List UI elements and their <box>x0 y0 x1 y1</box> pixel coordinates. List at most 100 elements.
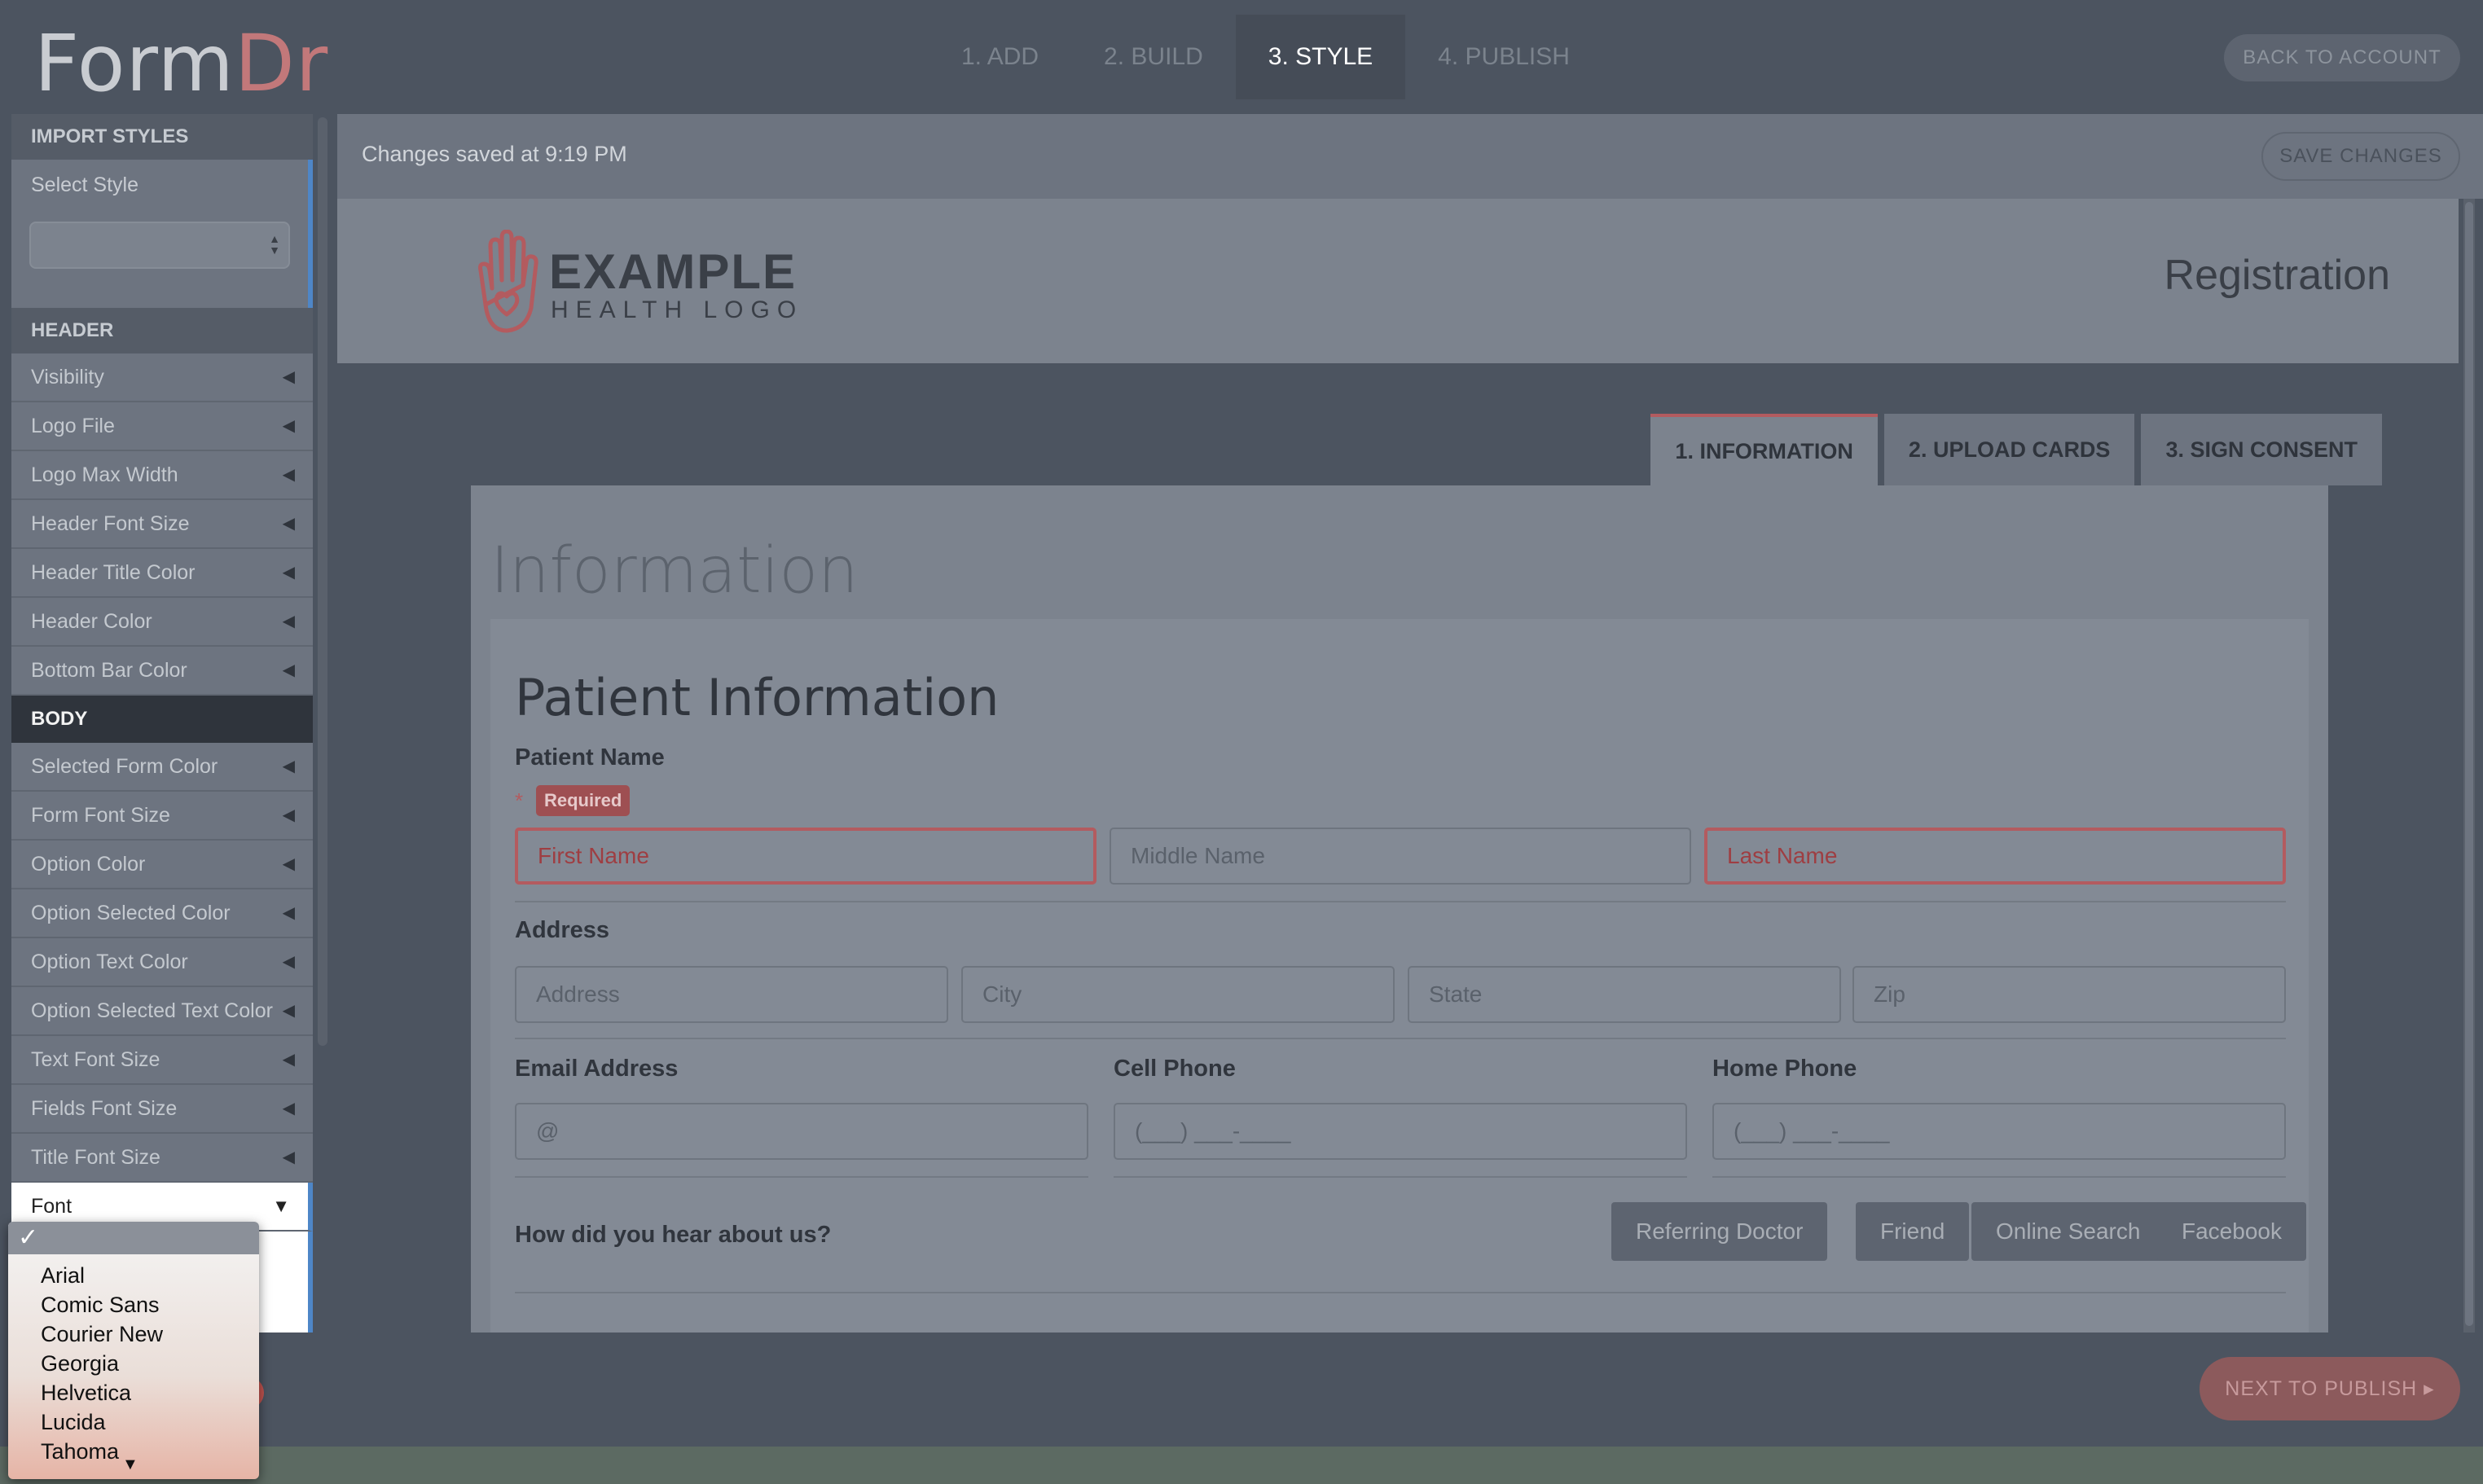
sidebar-item-option-text-color[interactable]: Option Text Color ◀ <box>11 938 313 987</box>
home-phone-field[interactable]: (___) ___-____ <box>1712 1103 2286 1160</box>
save-status: Changes saved at 9:19 PM <box>362 142 627 166</box>
font-option-georgia[interactable]: Georgia <box>8 1349 259 1378</box>
scrollbar-thumb[interactable] <box>2465 202 2473 1326</box>
sidebar-item-logo-max-width[interactable]: Logo Max Width ◀ <box>11 451 313 500</box>
font-option-helvetica[interactable]: Helvetica <box>8 1378 259 1407</box>
city-field[interactable]: City <box>961 966 1395 1023</box>
step-build[interactable]: 2. BUILD <box>1071 15 1236 99</box>
top-bar: FormDr 1. ADD 2. BUILD 3. STYLE 4. PUBLI… <box>0 0 2483 114</box>
option-online-search[interactable]: Online Search <box>1971 1202 2165 1261</box>
form-page-tabs: 1. INFORMATION 2. UPLOAD CARDS 3. SIGN C… <box>1650 414 2382 485</box>
sidebar-item-header-color[interactable]: Header Color ◀ <box>11 598 313 647</box>
font-option-lucida[interactable]: Lucida <box>8 1407 259 1437</box>
state-field[interactable]: State <box>1408 966 1841 1023</box>
caret-left-icon: ◀ <box>282 1051 295 1069</box>
caret-left-icon: ◀ <box>282 661 295 679</box>
step-publish[interactable]: 4. PUBLISH <box>1405 15 1602 99</box>
caret-left-icon: ◀ <box>282 757 295 775</box>
caret-left-icon: ◀ <box>282 515 295 533</box>
formdr-logo[interactable]: FormDr <box>34 18 328 109</box>
import-styles-heading: IMPORT STYLES <box>11 114 313 160</box>
patient-name-label: Patient Name <box>515 744 665 771</box>
step-add[interactable]: 1. ADD <box>929 15 1071 99</box>
hand-heart-icon <box>478 230 538 333</box>
sidebar-item-option-color[interactable]: Option Color ◀ <box>11 841 313 889</box>
caret-down-icon: ▼ <box>272 1196 290 1216</box>
home-phone-label: Home Phone <box>1712 1056 1857 1082</box>
first-name-field[interactable]: First Name <box>515 828 1096 885</box>
logo-line-2: HEALTH LOGO <box>551 296 803 323</box>
sidebar-item-text-font-size[interactable]: Text Font Size ◀ <box>11 1036 313 1085</box>
preview-scrollbar[interactable] <box>2463 199 2475 1336</box>
caret-left-icon: ◀ <box>282 1002 295 1020</box>
divider <box>1712 1176 2286 1178</box>
sidebar-item-visibility[interactable]: Visibility ◀ <box>11 353 313 402</box>
font-dropdown-list[interactable]: ✓ Arial Comic Sans Courier New Georgia H… <box>8 1222 259 1479</box>
font-option-empty-selected[interactable]: ✓ <box>8 1222 259 1254</box>
checkmark-icon: ✓ <box>18 1224 39 1251</box>
patient-info-section: Patient Information Patient Name * Requi… <box>490 619 2309 1352</box>
last-name-field[interactable]: Last Name <box>1704 828 2286 885</box>
middle-name-field[interactable]: Middle Name <box>1110 828 1691 885</box>
form-card: Information Patient Information Patient … <box>471 485 2328 1352</box>
zip-field[interactable]: Zip <box>1852 966 2286 1023</box>
divider <box>515 1038 2286 1039</box>
sidebar-scrollbar[interactable] <box>318 117 327 1046</box>
bottom-bar: NEXT TO PUBLISH ▸ <box>0 1333 2483 1455</box>
required-badge: Required <box>536 785 631 816</box>
font-option-arial[interactable]: Arial <box>8 1261 259 1290</box>
required-star: * <box>515 788 524 813</box>
caret-left-icon: ◀ <box>282 1148 295 1166</box>
caret-left-icon: ◀ <box>282 466 295 484</box>
wizard-steps: 1. ADD 2. BUILD 3. STYLE 4. PUBLISH <box>929 15 1602 99</box>
step-style[interactable]: 3. STYLE <box>1235 15 1406 99</box>
caret-left-icon: ◀ <box>282 953 295 971</box>
sidebar-item-logo-file[interactable]: Logo File ◀ <box>11 402 313 451</box>
sidebar-item-header-title-color[interactable]: Header Title Color ◀ <box>11 549 313 598</box>
save-changes-button[interactable]: SAVE CHANGES <box>2261 132 2460 181</box>
divider <box>1114 1176 1687 1178</box>
scroll-down-arrow-icon[interactable]: ▼ <box>122 1455 138 1474</box>
option-referring-doctor[interactable]: Referring Doctor <box>1611 1202 1828 1261</box>
back-to-account-button[interactable]: BACK TO ACCOUNT <box>2224 34 2460 81</box>
cell-phone-field[interactable]: (___) ___-____ <box>1114 1103 1687 1160</box>
sidebar-item-title-font-size[interactable]: Title Font Size ◀ <box>11 1134 313 1183</box>
divider <box>515 1176 1088 1178</box>
form-preview-header: EXAMPLE HEALTH LOGO Registration <box>337 199 2459 363</box>
import-styles-panel: Select Style ▲ ▼ <box>11 160 313 308</box>
font-option-comic-sans[interactable]: Comic Sans <box>8 1290 259 1319</box>
logo-line-1: EXAMPLE <box>549 244 797 299</box>
section-title: Patient Information <box>515 668 1000 727</box>
option-friend[interactable]: Friend <box>1856 1202 1970 1261</box>
select-style-label: Select Style <box>31 173 139 196</box>
select-style-dropdown[interactable]: ▲ ▼ <box>29 222 290 269</box>
sidebar-item-selected-form-color[interactable]: Selected Form Color ◀ <box>11 743 313 792</box>
style-sidebar: IMPORT STYLES Select Style ▲ ▼ HEADER Vis… <box>11 114 313 1336</box>
email-field[interactable]: @ <box>515 1103 1088 1160</box>
divider <box>515 901 2286 902</box>
caret-left-icon: ◀ <box>282 1100 295 1117</box>
sidebar-item-header-font-size[interactable]: Header Font Size ◀ <box>11 500 313 549</box>
caret-left-icon: ◀ <box>282 417 295 435</box>
sidebar-item-form-font-size[interactable]: Form Font Size ◀ <box>11 792 313 841</box>
option-facebook[interactable]: Facebook <box>2157 1202 2306 1261</box>
tab-upload-cards[interactable]: 2. UPLOAD CARDS <box>1883 414 2135 485</box>
caret-left-icon: ◀ <box>282 806 295 824</box>
body-heading: BODY <box>11 696 313 743</box>
tab-sign-consent[interactable]: 3. SIGN CONSENT <box>2141 414 2382 485</box>
example-health-logo: EXAMPLE HEALTH LOGO <box>478 230 803 333</box>
caret-left-icon: ◀ <box>282 904 295 922</box>
sidebar-item-option-selected-text-color[interactable]: Option Selected Text Color ◀ <box>11 987 313 1036</box>
caret-left-icon: ◀ <box>282 855 295 873</box>
sidebar-item-fields-font-size[interactable]: Fields Font Size ◀ <box>11 1085 313 1134</box>
bottom-strip <box>0 1447 2483 1484</box>
select-arrows-icon: ▲ ▼ <box>269 232 280 257</box>
address-field[interactable]: Address <box>515 966 948 1023</box>
sidebar-item-option-selected-color[interactable]: Option Selected Color ◀ <box>11 889 313 938</box>
next-to-publish-button[interactable]: NEXT TO PUBLISH ▸ <box>2200 1357 2460 1420</box>
font-option-courier-new[interactable]: Courier New <box>8 1319 259 1349</box>
caret-left-icon: ◀ <box>282 564 295 582</box>
email-label: Email Address <box>515 1056 679 1082</box>
sidebar-item-bottom-bar-color[interactable]: Bottom Bar Color ◀ <box>11 647 313 696</box>
tab-information[interactable]: 1. INFORMATION <box>1650 414 1878 485</box>
